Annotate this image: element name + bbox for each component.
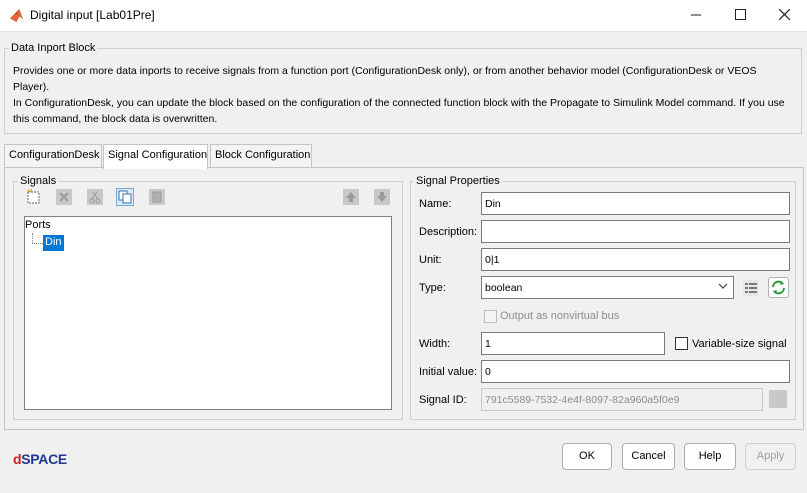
minimize-icon: [690, 14, 701, 16]
unit-field[interactable]: 0|1: [481, 248, 790, 271]
apply-button[interactable]: Apply: [745, 443, 796, 470]
window-title: Digital input [Lab01Pre]: [30, 8, 155, 22]
title-bar: Digital input [Lab01Pre]: [0, 0, 807, 32]
tree-connector: [32, 233, 33, 243]
description-paragraph: Provides one or more data inports to rec…: [13, 65, 757, 93]
tree-connector: [32, 243, 43, 244]
cancel-button[interactable]: Cancel: [622, 443, 675, 470]
width-label: Width:: [419, 338, 451, 350]
nonvirtual-bus-checkbox[interactable]: [484, 310, 497, 323]
signal-id-label: Signal ID:: [419, 394, 467, 406]
tab-configurationdesk[interactable]: ConfigurationDesk: [4, 144, 102, 168]
chevron-down-icon: [718, 283, 728, 289]
help-button[interactable]: Help: [684, 443, 736, 470]
signals-title: Signals: [18, 175, 59, 187]
signal-properties-title: Signal Properties: [414, 175, 502, 187]
move-down-icon[interactable]: [373, 188, 391, 206]
dspace-logo: dSPACE: [13, 451, 67, 467]
maximize-icon: [734, 9, 746, 20]
close-button[interactable]: [764, 0, 804, 30]
ok-button[interactable]: OK: [562, 443, 612, 470]
tab-block-configuration[interactable]: Block Configuration: [210, 144, 312, 168]
type-label: Type:: [419, 282, 446, 294]
width-field[interactable]: 1: [481, 332, 665, 355]
signal-properties-group: [410, 181, 796, 420]
description-label: Description:: [419, 226, 478, 238]
type-list-icon: [743, 280, 759, 296]
block-info-title: Data Inport Block: [9, 42, 98, 54]
type-select-value: boolean: [485, 282, 523, 294]
maximize-button[interactable]: [720, 0, 760, 30]
initial-value-label: Initial value:: [419, 366, 478, 378]
refresh-icon: [772, 280, 785, 295]
new-signal-icon[interactable]: [25, 188, 43, 206]
copy-icon[interactable]: [116, 188, 134, 206]
move-up-icon[interactable]: [342, 188, 360, 206]
tab-signal-configuration[interactable]: Signal Configuration: [103, 144, 208, 169]
tree-root-ports[interactable]: Ports: [25, 219, 51, 231]
description-field[interactable]: [481, 220, 790, 243]
signal-id-button[interactable]: [769, 390, 787, 408]
matlab-logo-icon: [9, 8, 24, 23]
tree-item-din[interactable]: Din: [43, 235, 64, 251]
close-icon: [778, 8, 790, 21]
delete-icon[interactable]: [55, 188, 73, 206]
signals-tree[interactable]: [24, 216, 392, 410]
variable-size-checkbox[interactable]: [675, 337, 688, 350]
description-paragraph: In ConfigurationDesk, you can update the…: [13, 97, 785, 125]
initial-value-field[interactable]: 0: [481, 360, 790, 383]
minimize-button[interactable]: [676, 0, 716, 30]
refresh-type-button[interactable]: [768, 277, 789, 298]
variable-size-label: Variable-size signal: [692, 338, 787, 350]
unit-label: Unit:: [419, 254, 442, 266]
name-label: Name:: [419, 198, 452, 210]
paste-icon[interactable]: [148, 188, 166, 206]
nonvirtual-bus-label: Output as nonvirtual bus: [500, 310, 620, 322]
type-select[interactable]: boolean: [481, 276, 734, 299]
signal-id-field: 791c5589-7532-4e4f-8097-82a960a5f0e9: [481, 388, 763, 411]
block-description: Provides one or more data inports to rec…: [13, 63, 795, 127]
name-field[interactable]: Din: [481, 192, 790, 215]
type-browse-button[interactable]: [741, 278, 761, 298]
dspace-logo-text: SPACE: [21, 451, 67, 467]
cut-icon[interactable]: [86, 188, 104, 206]
